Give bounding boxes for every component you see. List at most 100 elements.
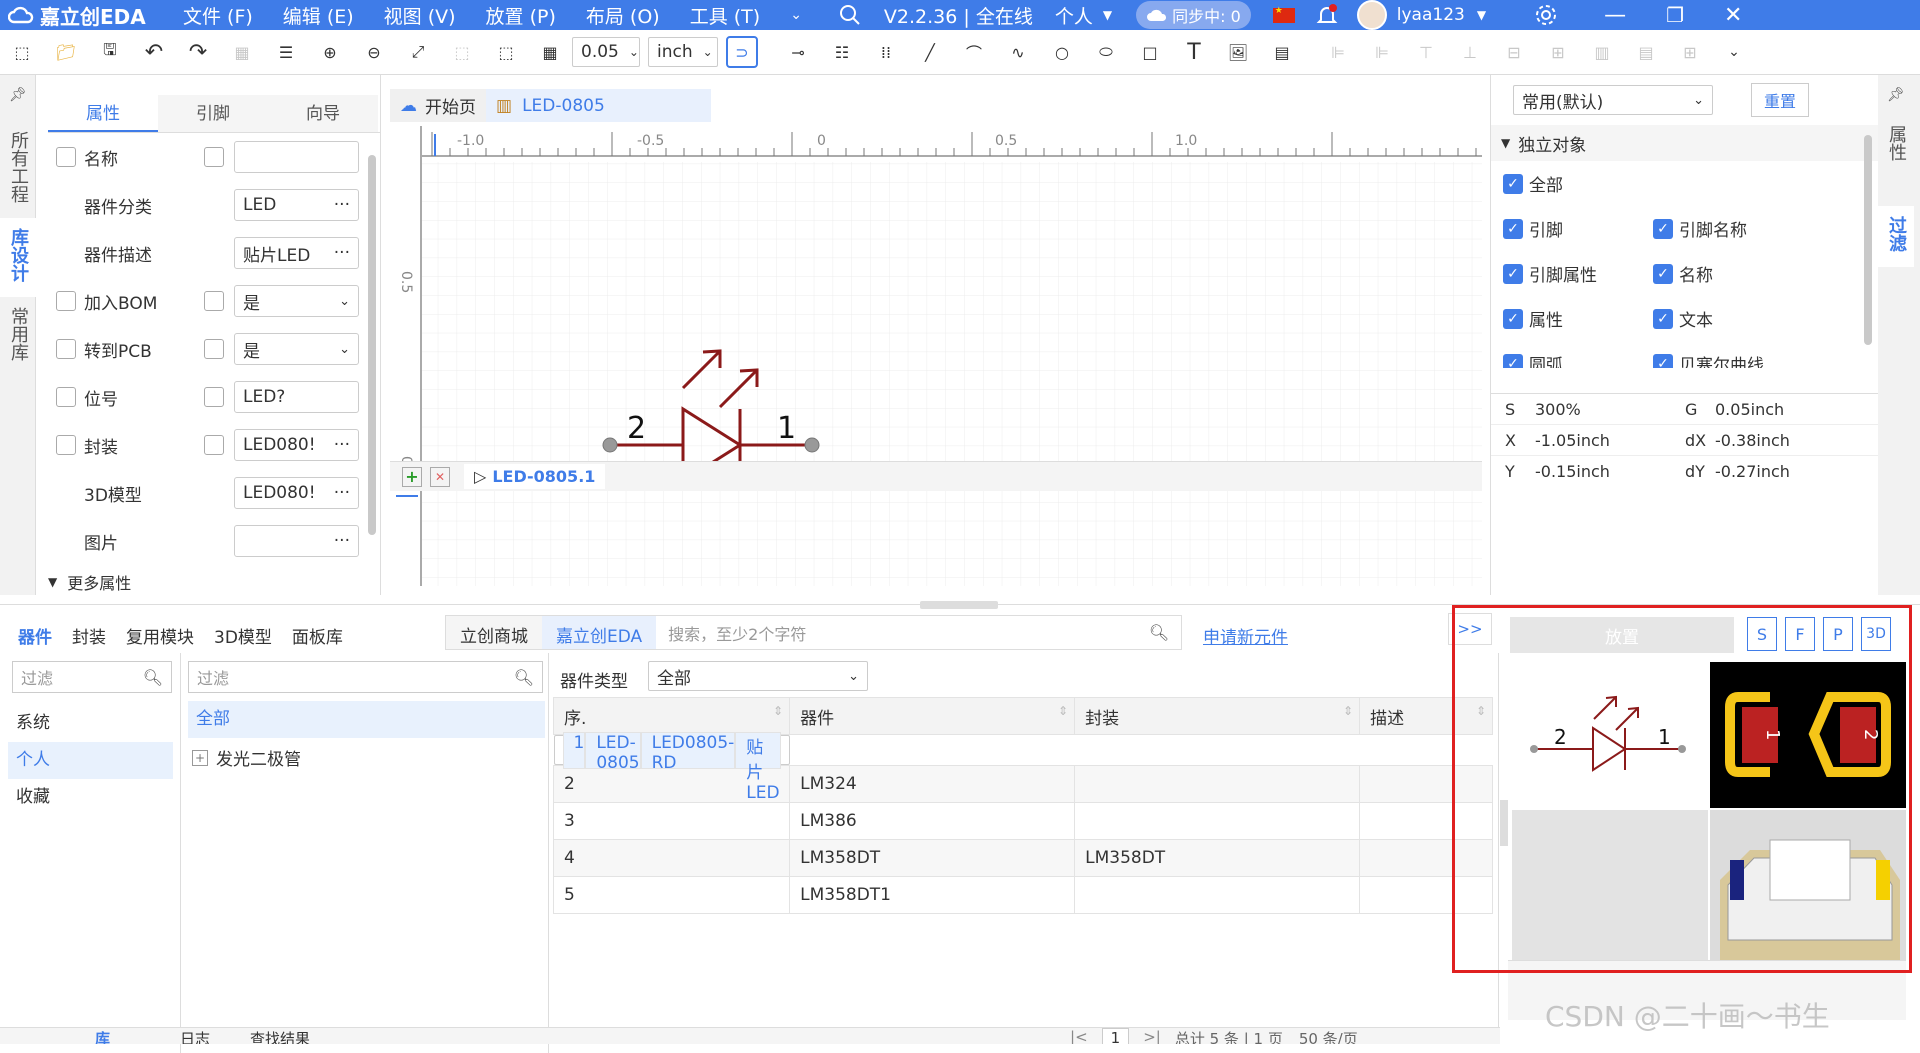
pcb-visible-checkbox[interactable] [204,339,224,359]
delete-sheet-icon[interactable]: ✕ [430,466,450,487]
category-field[interactable]: LED ··· [234,189,359,221]
undo-icon[interactable]: ↶ [140,38,168,66]
zoom-area-icon[interactable]: ⬚ [492,38,520,66]
reset-button[interactable]: 重置 [1751,83,1810,117]
avatar[interactable] [1356,0,1387,30]
tab-properties-right[interactable]: 属性 [1878,115,1914,176]
filter-preset-select[interactable]: 常用(默认) ⌄ [1513,85,1713,115]
image-field[interactable]: ··· [234,525,359,557]
zoom-selection-icon[interactable]: ⬚ [448,38,476,66]
col-header-footprint[interactable]: 封装 ⇕ [1074,697,1361,735]
zoom-out-icon[interactable]: ⊖ [360,38,388,66]
footprint-more-icon[interactable]: ··· [334,435,350,455]
pcb-checkbox[interactable] [56,339,76,359]
bell-icon[interactable] [1315,3,1339,27]
device-type-select[interactable]: 全部 ⌄ [648,661,868,691]
filter-item[interactable]: ✓ 圆弧 [1503,341,1653,368]
bom-checkbox[interactable] [56,291,76,311]
expand-icon[interactable]: + [192,749,208,766]
name-field[interactable] [234,141,359,173]
apply-new-component-link[interactable]: 申请新元件 [1203,623,1288,648]
designator-field[interactable]: LED? [234,381,359,413]
filter-section-header[interactable]: ▼ 独立对象 [1491,125,1878,161]
col-header-device[interactable]: 器件 ⇕ [789,697,1076,735]
sort-icon[interactable]: ⇕ [773,704,783,718]
pin-right-panel-icon[interactable]: 📌︎ [1878,75,1914,115]
align-right-icon[interactable]: ⊫ [1368,38,1396,66]
menu-tools[interactable]: 工具 (T) [690,2,760,29]
menu-edit[interactable]: 编辑 (E) [283,2,354,29]
search-icon[interactable] [838,3,862,27]
source-tab-jlceda[interactable]: 嘉立创EDA [542,616,657,649]
filter-item[interactable]: ✓ 引脚属性 [1503,251,1653,296]
minimize-icon[interactable]: — [1604,3,1626,28]
line-tool-icon[interactable]: ╱ [916,38,944,66]
image-more-icon[interactable]: ··· [334,531,350,551]
cn-flag-icon[interactable]: ★ [1272,6,1295,23]
save-icon[interactable]: 🖫 [96,38,124,66]
tab-common-library[interactable]: 常用库 [0,297,36,376]
designator-checkbox[interactable] [56,387,76,407]
unit-select[interactable]: inch ⌄ [648,37,718,67]
col-header-index[interactable]: 序. ⇕ [552,697,791,735]
filter-item[interactable]: ✓ 名称 [1653,251,1803,296]
bom-visible-checkbox[interactable] [204,291,224,311]
footer-tab-search-results[interactable]: 查找结果 [250,1028,310,1044]
sheet-tab[interactable]: ▷ LED-0805.1 [464,464,606,489]
tree-filter-input[interactable]: 过滤 🔍︎ [188,661,543,693]
tab-3d-models[interactable]: 3D模型 [204,623,282,648]
sort-icon[interactable]: ⇕ [1343,704,1353,718]
sync-status[interactable]: 同步中: 0 [1136,1,1251,29]
toolbar-more-chevron-icon[interactable]: ⌄ [1720,38,1748,66]
align-vcenter-icon[interactable]: ⊞ [1544,38,1572,66]
pin-1-endpoint[interactable] [804,437,820,453]
menu-place[interactable]: 放置 (P) [486,2,556,29]
footer-tab-library[interactable]: 库 [95,1028,110,1044]
close-icon[interactable]: ✕ [1724,3,1742,28]
filter-item[interactable]: ✓ 引脚名称 [1653,206,1803,251]
category-more-icon[interactable]: ··· [334,195,350,215]
schematic-canvas[interactable]: -1.0 -0.5 0 0.5 1.0 0.5 0 2 1 [390,126,1482,586]
tab-wizard[interactable]: 向导 [268,95,378,132]
pin-array-icon[interactable]: ⁞⁞ [872,38,900,66]
name-checkbox[interactable] [56,147,76,167]
library-search-icon[interactable]: 🔍︎ [1149,623,1169,642]
sort-icon[interactable]: ⇕ [1058,704,1068,718]
tree-item-all[interactable]: 全部 [188,701,545,738]
tab-properties[interactable]: 属性 [48,95,158,132]
footer-tab-log[interactable]: 日志 [180,1028,210,1044]
pin-tool-icon[interactable]: ⊸ [784,38,812,66]
scope-personal[interactable]: 个人 [8,742,173,779]
distribute-h-icon[interactable]: ▥ [1588,38,1616,66]
text-tool-icon[interactable]: T [1180,38,1208,66]
tab-start-page[interactable]: ☁︎ 开始页 [390,89,486,122]
more-properties-toggle[interactable]: ▼ 更多属性 [36,565,380,599]
ellipse-tool-icon[interactable]: ⬭ [1092,38,1120,66]
align-bottom-icon[interactable]: ⊥ [1456,38,1484,66]
distribute-v-icon[interactable]: ▤ [1632,38,1660,66]
table-row[interactable]: 1 LED-0805 LED0805-RD 贴片LED [553,731,790,803]
gear-icon[interactable] [1534,3,1558,27]
tab-footprints[interactable]: 封装 [62,623,116,648]
redo-icon[interactable]: ↷ [184,38,212,66]
workspace-chevron-icon[interactable]: ▼ [1103,8,1112,22]
3dmodel-field[interactable]: LED080! ··· [234,477,359,509]
tab-reuse-modules[interactable]: 复用模块 [116,623,204,648]
maximize-icon[interactable]: ❐ [1666,3,1684,27]
last-page-icon[interactable]: >| [1143,1028,1161,1044]
properties-list-icon[interactable]: ☰ [272,38,300,66]
tab-pins[interactable]: 引脚 [158,95,268,132]
table-row[interactable]: 3 LM386 [552,802,1493,840]
filter-item[interactable]: ✓ 引脚 [1503,206,1653,251]
designator-visible-checkbox[interactable] [204,387,224,407]
user-chevron-icon[interactable]: ▼ [1477,8,1486,22]
grid-size-select[interactable]: 0.05 ⌄ [572,37,640,67]
pcb-select[interactable]: 是 ⌄ [234,333,359,365]
more-menu-chevron-icon[interactable]: ⌄ [790,7,802,23]
tree-item-led[interactable]: + 发光二极管 [192,739,301,776]
filter-item[interactable]: ✓ 文本 [1653,296,1803,341]
description-more-icon[interactable]: ··· [334,243,350,263]
panel-resize-handle[interactable] [920,601,998,609]
footprint-checkbox[interactable] [56,435,76,455]
bezier-tool-icon[interactable]: ∿ [1004,38,1032,66]
